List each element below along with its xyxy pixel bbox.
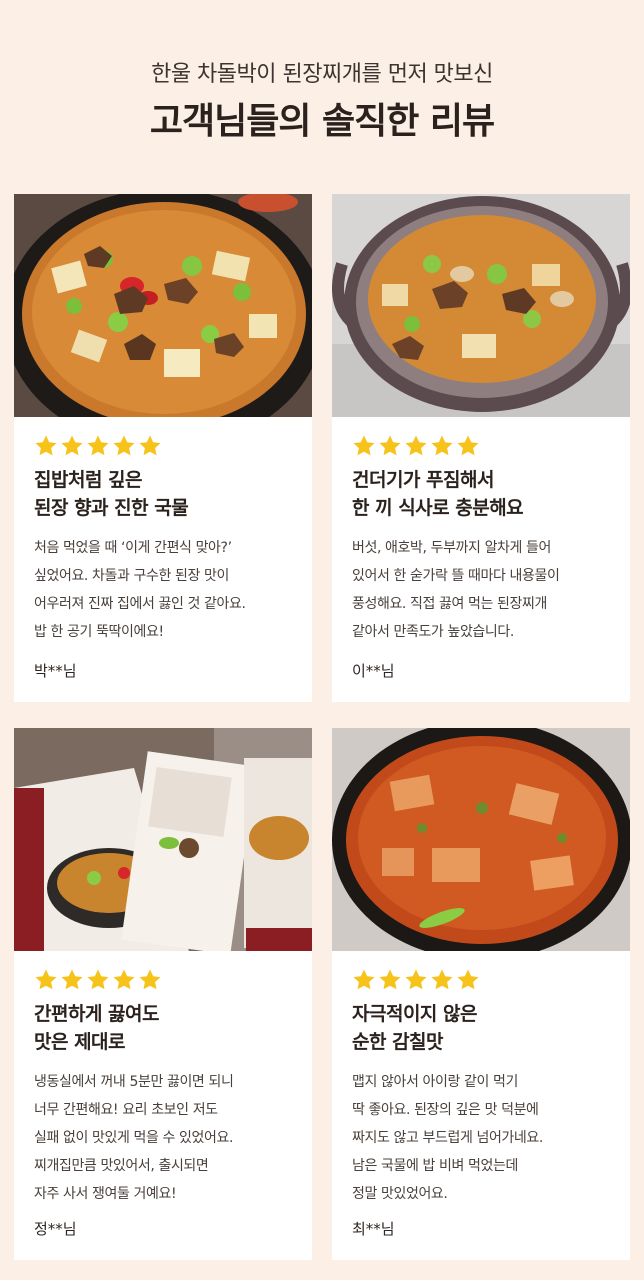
review-title: 간편하게 끓여도 맛은 제대로 [34,1000,296,1056]
review-body-line: 실패 없이 맛있게 먹을 수 있었어요. [34,1130,234,1146]
review-body: 버섯, 애호박, 두부까지 알차게 들어 있어서 한 숟가락 뜰 때마다 내용물… [352,534,620,646]
review-body-line: 싶었어요. 차돌과 구수한 된장 맛이 [34,568,229,584]
review-photo-stew-earthen-pot [14,194,312,417]
review-photo-spicy-stew [332,728,630,951]
review-title: 건더기가 푸짐해서 한 끼 식사로 충분해요 [352,466,614,522]
review-body-line: 같아서 만족도가 높았습니다. [352,624,514,640]
rating-stars [34,968,162,992]
star-icon [34,968,58,992]
review-body-line: 맵지 않아서 아이랑 같이 먹기 [352,1074,518,1090]
header-title: 고객님들의 솔직한 리뷰 [149,101,495,142]
star-icon [86,434,110,458]
rating-stars [352,968,480,992]
review-card-1: 집밥처럼 깊은 된장 향과 진한 국물 처음 먹었을 때 ‘이게 간편식 맞아?… [14,194,312,702]
star-icon [60,434,84,458]
review-title-line: 건더기가 푸짐해서 [352,469,494,491]
review-body: 처음 먹었을 때 ‘이게 간편식 맞아?’ 싶었어요. 차돌과 구수한 된장 맛… [34,534,302,646]
review-body: 맵지 않아서 아이랑 같이 먹기 딱 좋아요. 된장의 깊은 맛 덕분에 짜지도… [352,1068,620,1208]
star-icon [404,434,428,458]
review-card-2: 건더기가 푸짐해서 한 끼 식사로 충분해요 버섯, 애호박, 두부까지 알차게… [332,194,630,702]
review-body-line: 너무 간편해요! 요리 초보인 저도 [34,1102,218,1118]
star-icon [34,434,58,458]
review-body-line: 풍성해요. 직접 끓여 먹는 된장찌개 [352,596,547,612]
review-body-line: 정말 맛있었어요. [352,1186,448,1202]
star-icon [456,968,480,992]
review-photo-product-package [14,728,312,951]
review-body-line: 버섯, 애호박, 두부까지 알차게 들어 [352,540,552,556]
review-author: 정**님 [34,1220,77,1238]
review-author: 최**님 [352,1220,395,1238]
review-body-line: 찌개집만큼 맛있어서, 출시되면 [34,1158,209,1174]
review-title-line: 자극적이지 않은 [352,1003,477,1025]
star-icon [112,968,136,992]
star-icon [456,434,480,458]
review-title-line: 된장 향과 진한 국물 [34,497,189,519]
review-body-line: 처음 먹었을 때 ‘이게 간편식 맞아?’ [34,540,232,556]
review-body-line: 냉동실에서 꺼내 5분만 끓이면 되니 [34,1074,234,1090]
star-icon [352,968,376,992]
review-title-line: 맛은 제대로 [34,1031,126,1053]
review-body-line: 자주 사서 쟁여둘 거예요! [34,1186,177,1202]
review-body-line: 밥 한 공기 뚝딱이에요! [34,624,164,640]
star-icon [138,434,162,458]
review-title-line: 한 끼 식사로 충분해요 [352,497,524,519]
rating-stars [34,434,162,458]
review-body: 냉동실에서 꺼내 5분만 끓이면 되니 너무 간편해요! 요리 초보인 저도 실… [34,1068,302,1208]
star-icon [430,434,454,458]
header-subtitle: 한울 차돌박이 된장찌개를 먼저 맛보신 [151,62,493,87]
review-photo-stew-gray-pot [332,194,630,417]
review-card-3: 간편하게 끓여도 맛은 제대로 냉동실에서 꺼내 5분만 끓이면 되니 너무 간… [14,728,312,1260]
star-icon [112,434,136,458]
review-title: 집밥처럼 깊은 된장 향과 진한 국물 [34,466,296,522]
review-author: 이**님 [352,662,395,680]
star-icon [138,968,162,992]
star-icon [378,968,402,992]
rating-stars [352,434,480,458]
star-icon [404,968,428,992]
review-body-line: 딱 좋아요. 된장의 깊은 맛 덕분에 [352,1102,539,1118]
review-title-line: 간편하게 끓여도 [34,1003,159,1025]
review-body-line: 어우러져 진짜 집에서 끓인 것 같아요. [34,596,246,612]
review-body-line: 남은 국물에 밥 비벼 먹었는데 [352,1158,518,1174]
review-title-line: 집밥처럼 깊은 [34,469,143,491]
review-body-line: 짜지도 않고 부드럽게 넘어가네요. [352,1130,543,1146]
review-body-line: 있어서 한 숟가락 뜰 때마다 내용물이 [352,568,560,584]
review-card-4: 자극적이지 않은 순한 감칠맛 맵지 않아서 아이랑 같이 먹기 딱 좋아요. … [332,728,630,1260]
star-icon [352,434,376,458]
review-author: 박**님 [34,662,77,680]
star-icon [378,434,402,458]
review-title: 자극적이지 않은 순한 감칠맛 [352,1000,614,1056]
star-icon [60,968,84,992]
review-title-line: 순한 감칠맛 [352,1031,444,1053]
star-icon [430,968,454,992]
star-icon [86,968,110,992]
